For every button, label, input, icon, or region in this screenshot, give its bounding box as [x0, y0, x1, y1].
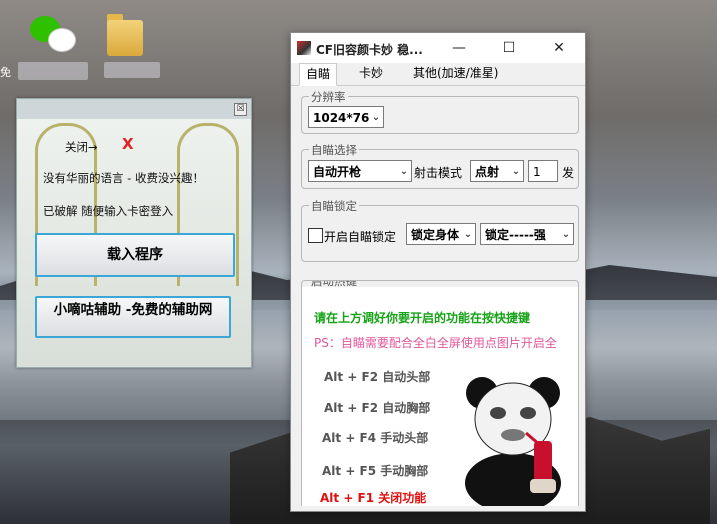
wechat-icon-label-blurred — [18, 62, 88, 80]
app-icon — [297, 41, 311, 55]
folder-icon — [107, 20, 143, 56]
site-link-button[interactable]: 小嘀咕辅助 -免费的辅助网 — [35, 296, 231, 338]
panda-meme-image[interactable] — [460, 371, 566, 506]
close-hint-text: 关闭→ — [65, 140, 98, 154]
fire-mode-select[interactable]: 自动开枪 ⌄ — [308, 160, 412, 182]
lock-strength-value: 锁定-----强 — [485, 228, 546, 242]
main-window: CF旧容颜卡妙 稳... — ☐ ✕ 自瞄 卡妙 其他(加速/准星) 分辨率 1… — [290, 32, 586, 512]
lock-strength-select[interactable]: 锁定-----强 ⌄ — [480, 223, 574, 245]
loader-close-icon[interactable]: ☒ — [234, 103, 247, 116]
loader-content: 关闭→ X 没有华丽的语言 - 收费没兴趣！ 已破解 随便输入卡密登入 载入程序… — [17, 119, 251, 367]
hotkey-note: PS：自瞄需要配合全白全屏使用点图片开启全 — [314, 336, 557, 350]
hotkey-instruction: 请在上方调好你要开启的功能在按快捷键 — [314, 311, 531, 325]
hotkey-panel: 请在上方调好你要开启的功能在按快捷键 PS：自瞄需要配合全白全屏使用点图片开启全… — [302, 287, 578, 506]
aim-lock-checkbox[interactable] — [308, 228, 323, 243]
chevron-down-icon: ⌄ — [397, 161, 411, 181]
maximize-icon[interactable]: ☐ — [495, 37, 523, 59]
lock-part-value: 锁定身体 — [411, 228, 460, 242]
hotkey-line-close: Alt + F1 关闭功能 — [320, 491, 427, 505]
shot-count-input[interactable]: 1 — [528, 160, 558, 182]
hotkey-group: 启动热键 请在上方调好你要开启的功能在按快捷键 PS：自瞄需要配合全白全屏使用点… — [301, 280, 579, 506]
close-x-mark[interactable]: X — [122, 135, 134, 153]
resolution-select[interactable]: 1024*768 ⌄ — [308, 106, 384, 128]
wechat-bubble-icon — [48, 28, 76, 52]
hotkey-line: Alt + F4 手动头部 — [322, 431, 429, 445]
window-title: CF旧容颜卡妙 稳... — [316, 43, 423, 57]
aim-lock-group: 自瞄锁定 开启自瞄锁定 锁定身体 ⌄ 锁定-----强 ⌄ — [301, 198, 579, 262]
wechat-desktop-icon[interactable] — [28, 14, 78, 54]
aim-select-group: 自瞄选择 自动开枪 ⌄ 射击模式 点射 ⌄ 1 发 — [301, 142, 579, 189]
folder-icon-label-blurred — [104, 62, 160, 78]
lock-part-select[interactable]: 锁定身体 ⌄ — [406, 223, 476, 245]
minimize-icon[interactable]: — — [445, 37, 473, 59]
hotkey-line: Alt + F2 自动胸部 — [324, 401, 431, 415]
folder-desktop-icon[interactable] — [105, 12, 145, 56]
load-program-button[interactable]: 载入程序 — [35, 233, 235, 277]
shoot-mode-select[interactable]: 点射 ⌄ — [470, 160, 524, 182]
main-title-bar[interactable]: CF旧容颜卡妙 稳... — ☐ ✕ — [291, 33, 585, 63]
aim-lock-group-label: 自瞄锁定 — [309, 198, 359, 214]
resolution-group: 分辨率 1024*768 ⌄ — [301, 89, 579, 134]
main-body: 分辨率 1024*768 ⌄ 自瞄选择 自动开枪 ⌄ 射击模式 点射 ⌄ 1 发… — [291, 86, 585, 511]
shoot-mode-label: 射击模式 — [414, 166, 463, 180]
chevron-down-icon: ⌄ — [559, 224, 573, 244]
chevron-down-icon: ⌄ — [461, 224, 475, 244]
loader-title-bar[interactable] — [17, 99, 251, 119]
tab-other[interactable]: 其他(加速/准星) — [407, 63, 504, 84]
loader-window: ☒ 关闭→ X 没有华丽的语言 - 收费没兴趣！ 已破解 随便输入卡密登入 载入… — [16, 98, 252, 368]
aim-select-group-label: 自瞄选择 — [309, 142, 359, 158]
shoot-mode-value: 点射 — [475, 165, 500, 179]
close-icon[interactable]: ✕ — [545, 37, 573, 59]
hotkey-line: Alt + F2 自动头部 — [324, 370, 431, 384]
tab-kamiao[interactable]: 卡妙 — [353, 63, 389, 84]
slogan-text: 没有华丽的语言 - 收费没兴趣！ — [43, 171, 204, 185]
desktop-edge-text: 免 — [0, 66, 11, 79]
tab-bar: 自瞄 卡妙 其他(加速/准星) — [291, 63, 585, 86]
chevron-down-icon: ⌄ — [369, 107, 383, 127]
fire-mode-value: 自动开枪 — [313, 165, 362, 179]
shot-count-unit: 发 — [562, 166, 575, 180]
cracked-info-text: 已破解 随便输入卡密登入 — [43, 204, 174, 218]
tab-aim[interactable]: 自瞄 — [299, 63, 338, 86]
hotkey-line: Alt + F5 手动胸部 — [322, 464, 429, 478]
resolution-group-label: 分辨率 — [309, 89, 348, 105]
aim-lock-checkbox-label: 开启自瞄锁定 — [324, 230, 397, 244]
chevron-down-icon: ⌄ — [509, 161, 523, 181]
